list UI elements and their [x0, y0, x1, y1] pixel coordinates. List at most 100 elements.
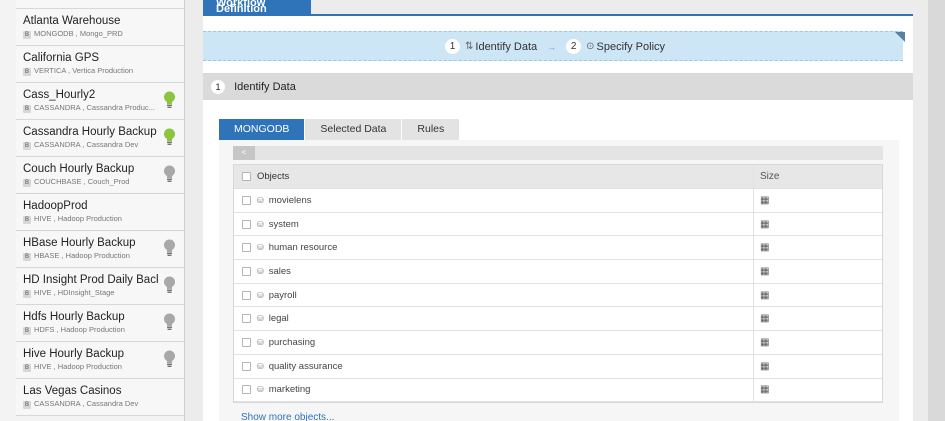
- sidebar-item-source: B HIVE , Hadoop Production: [23, 214, 158, 224]
- calculator-icon[interactable]: ▦: [754, 242, 769, 253]
- calculator-icon[interactable]: ▦: [754, 219, 769, 230]
- sidebar-item-source-text: CASSANDRA , Cassandra Dev: [34, 399, 139, 408]
- calculator-icon[interactable]: ▦: [754, 290, 769, 301]
- tab-selected-data[interactable]: Selected Data: [305, 119, 402, 140]
- object-name: movielens: [268, 194, 312, 206]
- step-2-label[interactable]: Specify Policy: [597, 41, 665, 53]
- step-arrow-icon: →: [547, 41, 557, 52]
- sidebar-item-name: Hdfs Hourly Backup: [23, 311, 125, 323]
- source-badge: B: [23, 216, 31, 224]
- object-cell: ⛁ payroll: [257, 283, 754, 307]
- sidebar-item[interactable]: Cassandra Hourly Backup B CASSANDRA , Cass…: [16, 120, 184, 157]
- lightbulb-icon[interactable]: [163, 276, 176, 295]
- sidebar-item[interactable]: Las Vegas Casinos B CASSANDRA , Cassandra …: [16, 379, 184, 416]
- objects-grid-area: < Objects Size ⛁ movielens ▦ ⛁ system ▦ ⛁ human…: [219, 140, 899, 421]
- tab-rules[interactable]: Rules: [402, 119, 460, 140]
- object-name: marketing: [268, 384, 311, 396]
- row-checkbox[interactable]: [242, 337, 251, 347]
- corner-fold-icon: [895, 32, 905, 42]
- sidebar-item-name: Las Vegas Casinos: [23, 385, 122, 397]
- object-name: human resource: [268, 242, 338, 254]
- size-column-header[interactable]: Size: [754, 171, 779, 182]
- table-row[interactable]: ⛁ system ▦: [234, 212, 882, 237]
- sidebar-item-source-text: MONGODB , Mongo_PRD: [34, 29, 123, 38]
- sidebar-item-name: HBase Hourly Backup: [23, 237, 136, 249]
- lightbulb-icon[interactable]: [163, 165, 176, 184]
- sidebar-item-source: B HIVE , HDInsight_Stage: [23, 288, 158, 298]
- row-checkbox[interactable]: [242, 314, 251, 324]
- step-1-label[interactable]: Identify Data: [475, 41, 537, 53]
- sidebar-item-name: HadoopProd: [23, 200, 88, 212]
- lightbulb-icon[interactable]: [163, 128, 176, 147]
- sidebar-item[interactable]: Hive Hourly Backup B HIVE , Hadoop Product…: [16, 342, 184, 379]
- lightbulb-icon[interactable]: [163, 350, 176, 369]
- source-badge: B: [23, 290, 31, 298]
- sidebar-item[interactable]: California GPS B VERTICA , Vertica Product…: [16, 46, 184, 83]
- table-row[interactable]: ⛁ legal ▦: [234, 307, 882, 332]
- sidebar-item-source-text: HBASE , Hadoop Production: [34, 251, 130, 260]
- source-badge: B: [23, 142, 31, 150]
- step-2-number: 2: [566, 39, 582, 54]
- source-badge: B: [23, 31, 31, 39]
- row-checkbox[interactable]: [242, 219, 251, 229]
- table-row[interactable]: ⛁ payroll ▦: [234, 283, 882, 308]
- table-row[interactable]: ⛁ sales ▦: [234, 260, 882, 284]
- object-name: sales: [268, 265, 291, 277]
- source-badge: B: [23, 401, 31, 409]
- database-icon: ⛁: [257, 195, 264, 205]
- calculator-icon[interactable]: ▦: [754, 361, 769, 372]
- calculator-icon[interactable]: ▦: [754, 337, 769, 348]
- objects-column-header[interactable]: Objects: [257, 165, 754, 188]
- calculator-icon[interactable]: ▦: [754, 313, 769, 324]
- lightbulb-icon[interactable]: [163, 239, 176, 258]
- sidebar-item-name: Cassandra Hourly Backup: [23, 126, 157, 138]
- sidebar-item[interactable]: HD Insight Prod Daily Back... B HIVE , HDI…: [16, 268, 184, 305]
- row-checkbox[interactable]: [242, 290, 251, 300]
- source-badge: B: [23, 179, 31, 187]
- database-icon: ⛁: [257, 219, 264, 229]
- objects-table: Objects Size ⛁ movielens ▦ ⛁ system ▦ ⛁ human r…: [233, 164, 883, 404]
- sidebar-item[interactable]: HadoopProd B HIVE , Hadoop Production: [16, 194, 184, 231]
- sidebar-item-source-text: HIVE , Hadoop Production: [34, 214, 122, 223]
- sidebar-item[interactable]: Hdfs Hourly Backup B HDFS , Hadoop Product…: [16, 305, 184, 342]
- collapse-button[interactable]: <: [233, 146, 255, 160]
- sidebar-item-source: B CASSANDRA , Cassandra Dev: [23, 399, 158, 409]
- sidebar-item-source: B COUCHBASE , Couch_Prod: [23, 177, 158, 187]
- table-row[interactable]: ⛁ purchasing ▦: [234, 331, 882, 355]
- table-row[interactable]: ⛁ quality assurance ▦: [234, 354, 882, 379]
- row-checkbox[interactable]: [242, 361, 251, 371]
- scroll-edge: [928, 0, 945, 421]
- table-body: ⛁ movielens ▦ ⛁ system ▦ ⛁ human resource ▦ ⛁ sale…: [234, 189, 882, 403]
- table-row[interactable]: ⛁ movielens ▦: [234, 189, 882, 213]
- collapse-bar: <: [233, 146, 883, 160]
- database-icon: ⛁: [257, 385, 264, 395]
- source-badge: B: [23, 253, 31, 261]
- row-checkbox[interactable]: [242, 266, 251, 276]
- row-checkbox[interactable]: [242, 195, 251, 205]
- sidebar-item[interactable]: Cass_Hourly2 B CASSANDRA , Cassandra Produ…: [16, 83, 184, 120]
- sidebar-item[interactable]: Atlanta Warehouse B MONGODB , Mongo_PRD: [16, 9, 184, 46]
- calculator-icon[interactable]: ▦: [754, 266, 769, 277]
- tab-mongodb[interactable]: MONGODB: [219, 119, 305, 140]
- table-header: Objects Size: [234, 165, 882, 189]
- sidebar-item-name: Cass_Hourly2: [23, 89, 96, 101]
- sidebar-item-name: Atlanta Warehouse: [23, 15, 121, 27]
- main-content: Workflow Definition 1 ⇅ Identify Data → …: [186, 0, 945, 421]
- table-row[interactable]: ⛁ human resource ▦: [234, 236, 882, 261]
- row-checkbox[interactable]: [242, 385, 251, 395]
- sidebar-item[interactable]: [16, 0, 184, 9]
- select-all-checkbox[interactable]: [242, 172, 251, 181]
- lightbulb-icon[interactable]: [163, 91, 176, 110]
- workflow-list: Atlanta Warehouse B MONGODB , Mongo_PRD Cal…: [16, 0, 184, 416]
- lightbulb-icon[interactable]: [163, 313, 176, 332]
- calculator-icon[interactable]: ▦: [754, 195, 769, 206]
- sidebar-item[interactable]: HBase Hourly Backup B HBASE , Hadoop Produ…: [16, 231, 184, 268]
- show-more-objects-link[interactable]: Show more objects...: [241, 412, 334, 421]
- sidebar-item-source-text: COUCHBASE , Couch_Prod: [34, 177, 130, 186]
- row-checkbox[interactable]: [242, 243, 251, 253]
- sidebar-item[interactable]: Couch Hourly Backup B COUCHBASE , Couch_Pr…: [16, 157, 184, 194]
- table-row[interactable]: ⛁ marketing ▦: [234, 378, 882, 403]
- section-title: Identify Data: [234, 81, 296, 93]
- calculator-icon[interactable]: ▦: [754, 384, 769, 395]
- source-badge: B: [23, 364, 31, 372]
